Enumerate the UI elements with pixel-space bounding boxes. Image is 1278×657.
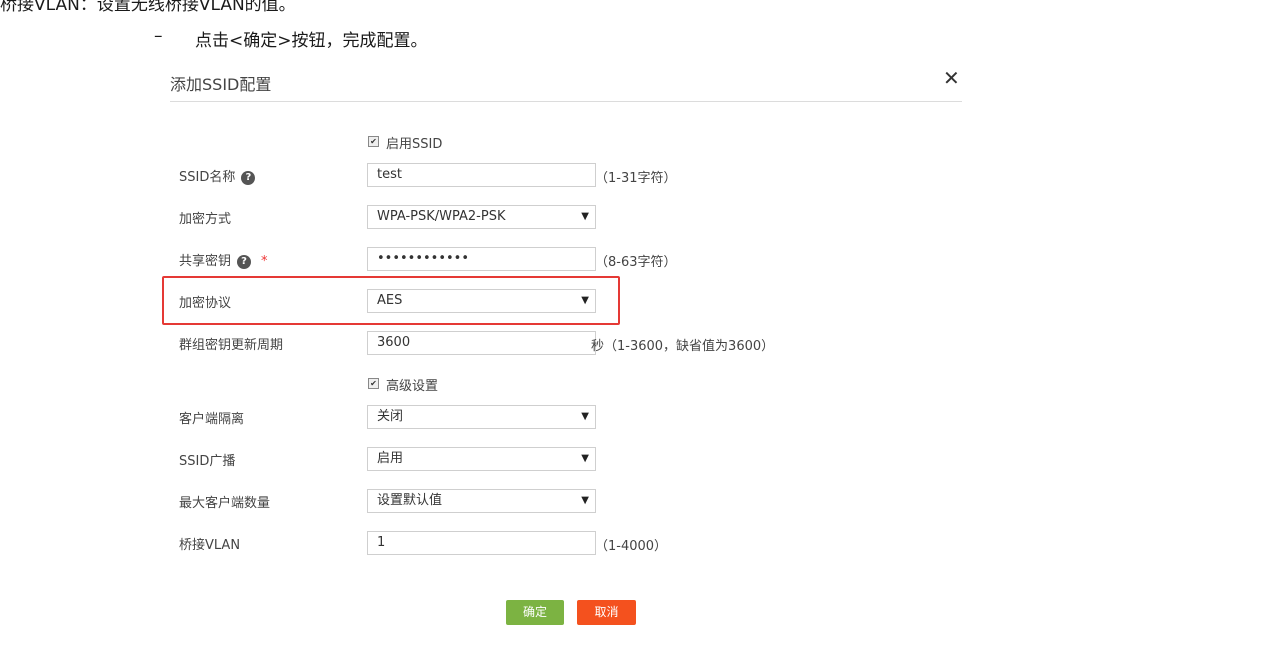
group-key-period-hint: 秒（1-3600，缺省值为3600） (591, 339, 775, 354)
dialog-title: 添加SSID配置 (170, 75, 272, 94)
encrypt-mode-row: 加密方式 WPA-PSK/WPA2-PSK ▼ (158, 205, 970, 231)
question-circle-icon[interactable]: ? (237, 255, 252, 269)
encrypt-protocol-value: AES (377, 293, 403, 308)
ssid-name-hint: （1-31字符） (595, 171, 677, 186)
advanced-settings-row: ✔ 高级设置 (158, 373, 970, 399)
encrypt-protocol-label: 加密协议 (179, 296, 232, 311)
checkbox-checked-icon[interactable]: ✔ (368, 136, 379, 147)
doc-step-text: 点击<确定>按钮，完成配置。 (195, 31, 428, 51)
ssid-broadcast-select[interactable]: 启用 ▼ (367, 447, 596, 471)
bridge-vlan-hint: （1-4000） (595, 539, 668, 554)
dialog-divider (170, 101, 962, 102)
bridge-vlan-row: 桥接VLAN 1 （1-4000） (158, 531, 970, 557)
caret-down-icon: ▼ (581, 295, 589, 306)
encrypt-protocol-row: 加密协议 AES ▼ (158, 289, 970, 315)
required-mark: * (261, 254, 268, 269)
caret-down-icon: ▼ (581, 211, 589, 222)
encrypt-mode-label: 加密方式 (179, 212, 232, 227)
ssid-name-row: SSID名称? test （1-31字符） (158, 163, 970, 189)
client-isolation-value: 关闭 (377, 409, 404, 424)
shared-key-row: 共享密钥? * •••••••••••• （8-63字符） (158, 247, 970, 273)
max-clients-row: 最大客户端数量 设置默认值 ▼ (158, 489, 970, 515)
ssid-broadcast-label: SSID广播 (179, 454, 236, 469)
enable-ssid-label: 启用SSID (386, 137, 443, 152)
confirm-button[interactable]: 确定 (506, 600, 564, 625)
ssid-name-input[interactable]: test (367, 163, 596, 187)
caret-down-icon: ▼ (581, 495, 589, 506)
ssid-broadcast-value: 启用 (377, 451, 404, 466)
group-key-period-input[interactable]: 3600 (367, 331, 596, 355)
add-ssid-dialog: 添加SSID配置 ✕ ✔ 启用SSID SSID名称? test （1-31字符… (158, 58, 970, 638)
encrypt-mode-select[interactable]: WPA-PSK/WPA2-PSK ▼ (367, 205, 596, 229)
checkbox-checked-icon[interactable]: ✔ (368, 378, 379, 389)
encrypt-protocol-select[interactable]: AES ▼ (367, 289, 596, 313)
question-circle-icon[interactable]: ? (241, 171, 256, 185)
max-clients-value: 设置默认值 (377, 493, 443, 508)
doc-text-line: 桥接VLAN：设置无线桥接VLAN的值。 (0, 0, 296, 15)
max-clients-label: 最大客户端数量 (179, 496, 271, 511)
group-key-period-label: 群组密钥更新周期 (179, 338, 284, 353)
close-icon[interactable]: ✕ (943, 66, 960, 90)
ssid-broadcast-row: SSID广播 启用 ▼ (158, 447, 970, 473)
max-clients-select[interactable]: 设置默认值 ▼ (367, 489, 596, 513)
bridge-vlan-input[interactable]: 1 (367, 531, 596, 555)
client-isolation-label: 客户端隔离 (179, 412, 245, 427)
advanced-settings-label: 高级设置 (386, 379, 439, 394)
caret-down-icon: ▼ (581, 411, 589, 422)
bridge-vlan-label: 桥接VLAN (179, 538, 241, 553)
shared-key-input[interactable]: •••••••••••• (367, 247, 596, 271)
cancel-button[interactable]: 取消 (577, 600, 636, 625)
client-isolation-select[interactable]: 关闭 ▼ (367, 405, 596, 429)
group-key-period-row: 群组密钥更新周期 3600 秒（1-3600，缺省值为3600） (158, 331, 970, 357)
shared-key-hint: （8-63字符） (595, 255, 677, 270)
caret-down-icon: ▼ (581, 453, 589, 464)
ssid-name-label: SSID名称? (179, 166, 256, 185)
shared-key-label: 共享密钥? * (179, 254, 268, 269)
list-bullet: – (154, 26, 163, 46)
encrypt-mode-value: WPA-PSK/WPA2-PSK (377, 209, 506, 224)
client-isolation-row: 客户端隔离 关闭 ▼ (158, 405, 970, 431)
enable-ssid-row: ✔ 启用SSID (158, 131, 970, 157)
